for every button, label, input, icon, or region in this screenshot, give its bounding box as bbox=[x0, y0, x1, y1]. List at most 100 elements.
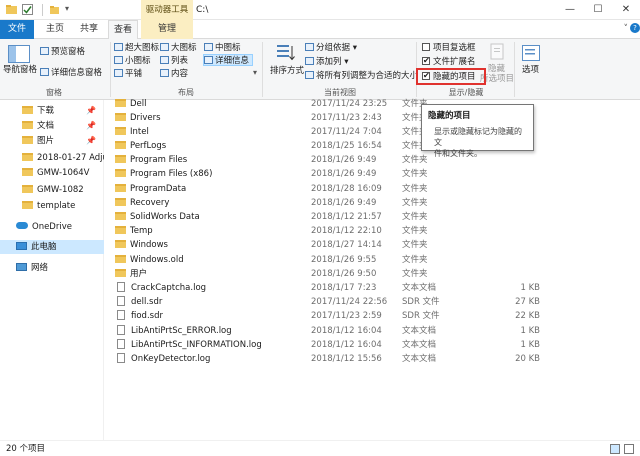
file-name: Program Files (x86) bbox=[130, 169, 213, 180]
network-icon bbox=[16, 263, 27, 271]
medium-icons-option[interactable]: 中图标 bbox=[204, 42, 241, 54]
nav-item-gmw1064v[interactable]: GMW-1064V bbox=[0, 166, 104, 180]
file-name: Intel bbox=[130, 126, 149, 137]
file-name: SolidWorks Data bbox=[130, 211, 200, 222]
large-icons-view-button[interactable] bbox=[624, 444, 634, 454]
list-item[interactable]: 用户 2018/1/26 9:50 文件夹 bbox=[105, 267, 640, 281]
list-item[interactable]: Intel 2017/11/24 7:04 文件夹 bbox=[105, 125, 640, 139]
content-label: 内容 bbox=[171, 69, 189, 79]
quick-access-folder-icon[interactable] bbox=[6, 4, 17, 15]
file-date: 2018/1/12 21:57 bbox=[311, 211, 382, 222]
list-item[interactable]: Drivers 2017/11/23 2:43 文件夹 bbox=[105, 111, 640, 125]
list-item[interactable]: Dell 2017/11/24 23:25 文件夹 bbox=[105, 97, 640, 111]
file-name: OnKeyDetector.log bbox=[131, 353, 211, 364]
text-file-icon bbox=[117, 352, 125, 363]
new-folder-icon[interactable] bbox=[49, 4, 60, 15]
nav-item-documents[interactable]: 文档 📌 bbox=[0, 119, 104, 133]
sort-by-button[interactable]: 排序方式 bbox=[270, 65, 304, 77]
sort-by-icon[interactable] bbox=[276, 43, 296, 66]
folder-icon bbox=[115, 155, 126, 164]
list-item[interactable]: ProgramData 2018/1/28 16:09 文件夹 bbox=[105, 182, 640, 196]
tiles-label: 平铺 bbox=[125, 69, 143, 79]
nav-item-label: GMW-1082 bbox=[37, 185, 84, 195]
nav-item-pictures[interactable]: 图片 📌 bbox=[0, 134, 104, 148]
file-size: 22 KB bbox=[515, 311, 540, 322]
help-icon[interactable]: ? bbox=[630, 23, 640, 33]
nav-item-label: 图片 bbox=[37, 136, 55, 146]
list-item[interactable]: fiod.sdr 2017/11/23 2:59 SDR 文件 22 KB bbox=[105, 309, 640, 323]
file-extensions-checkbox[interactable] bbox=[422, 55, 430, 67]
list-item[interactable]: OnKeyDetector.log 2018/1/12 15:56 文本文档 20 K… bbox=[105, 352, 640, 366]
pin-icon[interactable]: 📌 bbox=[86, 134, 96, 148]
nav-item-downloads[interactable]: 下载 📌 bbox=[0, 104, 104, 118]
details-pane-label: 详细信息窗格 bbox=[51, 68, 103, 78]
details-option[interactable]: 详细信息 bbox=[203, 54, 254, 66]
list-item[interactable]: Program Files (x86) 2018/1/26 9:49 文件夹 bbox=[105, 167, 640, 181]
file-name: Program Files bbox=[130, 155, 188, 166]
tab-home[interactable]: 主页 bbox=[40, 20, 70, 39]
drive-tools-context-label: 驱动器工具 bbox=[141, 0, 193, 20]
nav-item-template[interactable]: template bbox=[0, 199, 104, 213]
preview-pane-button[interactable]: 预览窗格 bbox=[40, 46, 85, 58]
tab-share[interactable]: 共享 bbox=[74, 20, 104, 39]
tab-file[interactable]: 文件 bbox=[0, 20, 34, 39]
large-icons-icon bbox=[160, 43, 169, 51]
folder-icon bbox=[115, 126, 126, 135]
content-option[interactable]: 内容 bbox=[160, 68, 188, 80]
item-checkboxes-toggle[interactable]: 项目复选框 bbox=[422, 42, 476, 54]
file-size: 20 KB bbox=[515, 353, 540, 364]
list-item[interactable]: Temp 2018/1/12 22:10 文件夹 bbox=[105, 224, 640, 238]
list-item[interactable]: Program Files 2018/1/26 9:49 文件夹 bbox=[105, 153, 640, 167]
expand-ribbon-icon[interactable]: ˅ bbox=[624, 24, 629, 34]
nav-item-this-pc[interactable]: 此电脑 bbox=[0, 240, 104, 254]
customize-quick-access-icon[interactable]: ▾ bbox=[65, 4, 76, 15]
nav-item-onedrive[interactable]: OneDrive bbox=[0, 220, 104, 234]
small-icons-option[interactable]: 小图标 bbox=[114, 55, 151, 67]
list-item[interactable]: Windows 2018/1/27 14:14 文件夹 bbox=[105, 238, 640, 252]
folder-icon bbox=[115, 112, 126, 121]
maximize-button[interactable]: ☐ bbox=[584, 0, 612, 20]
layout-more-icon[interactable]: ▾ bbox=[253, 67, 257, 79]
pin-icon[interactable]: 📌 bbox=[86, 104, 96, 118]
options-icon[interactable] bbox=[522, 45, 540, 64]
item-checkboxes-checkbox[interactable] bbox=[422, 43, 430, 51]
file-date: 2018/1/26 9:55 bbox=[311, 254, 377, 265]
file-size: 1 KB bbox=[520, 325, 540, 336]
navigation-pane-button[interactable]: 导航窗格 bbox=[3, 64, 37, 76]
details-view-button[interactable] bbox=[610, 444, 620, 454]
list-item[interactable]: SolidWorks Data 2018/1/12 21:57 文件夹 bbox=[105, 210, 640, 224]
file-extensions-toggle[interactable]: 文件扩展名 bbox=[422, 55, 476, 68]
list-item[interactable]: Windows.old 2018/1/26 9:55 文件夹 bbox=[105, 253, 640, 267]
list-item[interactable]: LibAntiPrtSc_INFORMATION.log 2018/1/12 16… bbox=[105, 338, 640, 352]
file-date: 2018/1/17 7:23 bbox=[311, 282, 377, 293]
extra-large-icons-option[interactable]: 超大图标 bbox=[114, 42, 159, 54]
list-item[interactable]: LibAntiPrtSc_ERROR.log 2018/1/12 16:04 文本文… bbox=[105, 324, 640, 338]
tab-manage[interactable]: 管理 bbox=[141, 20, 193, 39]
large-icons-option[interactable]: 大图标 bbox=[160, 42, 197, 54]
minimize-button[interactable]: — bbox=[556, 0, 584, 20]
file-date: 2018/1/12 16:04 bbox=[311, 325, 382, 336]
nav-item-adjust-folder[interactable]: 2018-01-27 Adjus bbox=[0, 151, 104, 165]
list-item[interactable]: dell.sdr 2017/11/24 22:56 SDR 文件 27 KB bbox=[105, 295, 640, 309]
group-by-button[interactable]: 分组依据 ▾ bbox=[305, 42, 357, 54]
add-column-button[interactable]: 添加列 ▾ bbox=[305, 56, 348, 68]
navigation-pane-icon[interactable] bbox=[8, 45, 30, 66]
nav-item-gmw1082[interactable]: GMW-1082 bbox=[0, 183, 104, 197]
nav-item-label: OneDrive bbox=[32, 222, 72, 232]
list-item[interactable]: PerfLogs 2018/1/25 16:54 文件夹 bbox=[105, 139, 640, 153]
pin-icon[interactable]: 📌 bbox=[86, 119, 96, 133]
tab-view[interactable]: 查看 bbox=[108, 20, 138, 40]
options-button[interactable]: 选项 bbox=[522, 64, 539, 76]
file-type: 文件夹 bbox=[402, 155, 428, 166]
close-button[interactable]: ✕ bbox=[612, 0, 640, 20]
list-item[interactable]: CrackCaptcha.log 2018/1/17 7:23 文本文档 1 KB bbox=[105, 281, 640, 295]
nav-item-network[interactable]: 网络 bbox=[0, 261, 104, 275]
nav-item-label: template bbox=[37, 201, 76, 211]
properties-check-icon[interactable] bbox=[22, 4, 33, 15]
file-size: 27 KB bbox=[515, 297, 540, 308]
tiles-option[interactable]: 平铺 bbox=[114, 68, 142, 80]
fit-columns-button[interactable]: 将所有列调整为合适的大小 bbox=[305, 70, 418, 82]
list-option[interactable]: 列表 bbox=[160, 55, 188, 67]
details-pane-button[interactable]: 详细信息窗格 bbox=[40, 67, 102, 79]
list-item[interactable]: Recovery 2018/1/26 9:49 文件夹 bbox=[105, 196, 640, 210]
